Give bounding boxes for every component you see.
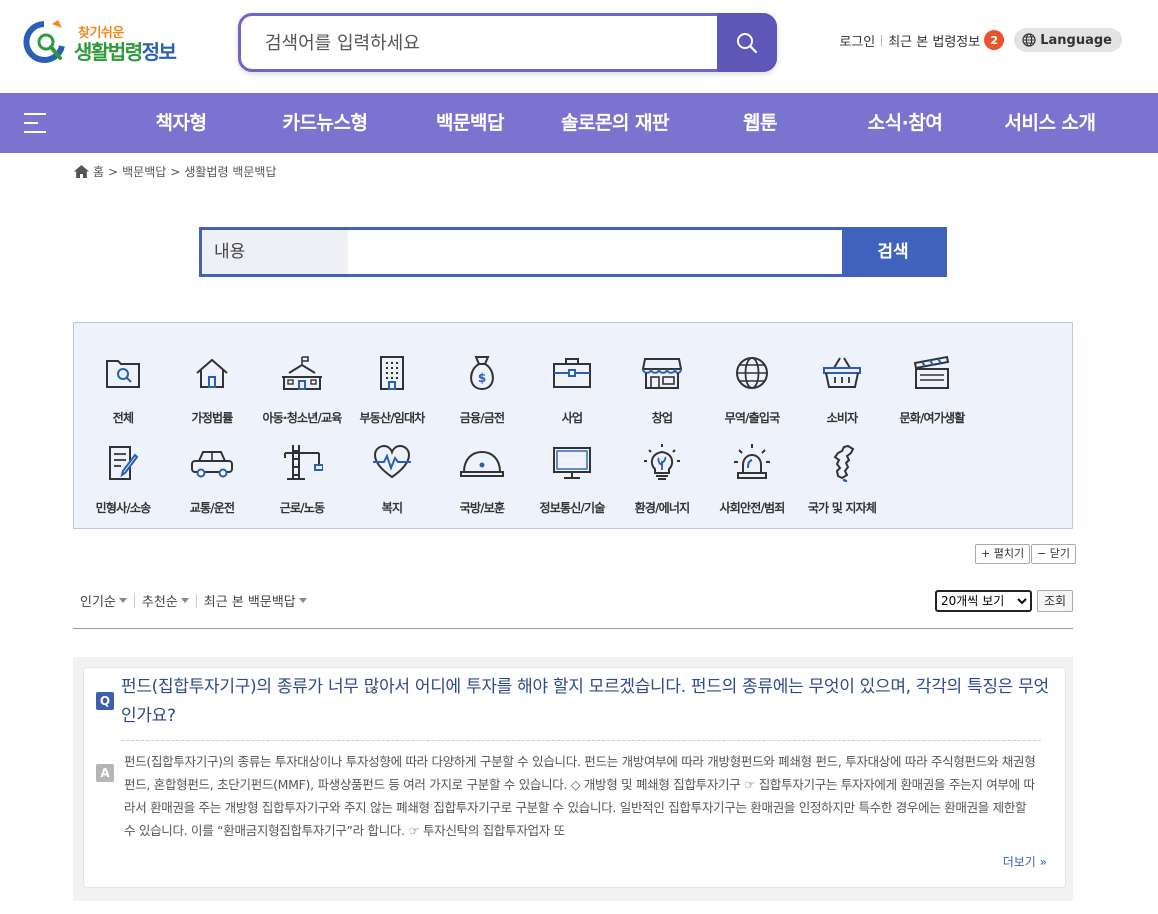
collapse-button[interactable]: − 닫기 bbox=[1031, 544, 1076, 564]
svg-text:$: $ bbox=[478, 371, 486, 385]
qa-item: Q 펀드(집합투자기구)의 종류가 너무 많아서 어디에 투자를 해야 할지 모… bbox=[83, 667, 1066, 888]
heart-pulse-icon bbox=[373, 444, 411, 479]
breadcrumb-home[interactable]: 홈 bbox=[93, 163, 104, 180]
lightbulb-icon bbox=[644, 444, 680, 480]
menu-icon[interactable] bbox=[24, 113, 46, 133]
main-nav: 책자형 카드뉴스형 백문백답 솔로몬의 재판 웹툰 소식·참여 서비스 소개 bbox=[0, 93, 1158, 153]
category-all[interactable]: 전체 bbox=[78, 353, 168, 433]
header: 찾기쉬운 생활법령정보 로그인 최근 본 법령정보 2 Language bbox=[0, 0, 1158, 93]
category-realestate[interactable]: 부동산/임대차 bbox=[347, 353, 437, 433]
recent-laws-link[interactable]: 최근 본 법령정보 bbox=[888, 31, 980, 50]
sort-recent-viewed[interactable]: 최근 본 백문백답 bbox=[204, 591, 307, 610]
category-culture[interactable]: 문화/여가생활 bbox=[887, 353, 977, 433]
globe-icon bbox=[1022, 33, 1036, 47]
helmet-icon bbox=[460, 450, 504, 477]
utility-links: 로그인 최근 본 법령정보 2 Language bbox=[839, 28, 1122, 52]
qa-divider bbox=[121, 740, 1041, 741]
nav-item-booklet[interactable]: 책자형 bbox=[156, 93, 207, 153]
category-traffic[interactable]: 교통/운전 bbox=[167, 443, 257, 523]
language-button[interactable]: Language bbox=[1014, 28, 1122, 52]
more-link[interactable]: 더보기 » bbox=[1003, 853, 1047, 870]
nav-item-webtoon[interactable]: 웹툰 bbox=[743, 93, 777, 153]
crane-icon bbox=[284, 445, 323, 480]
nav-item-news[interactable]: 소식·참여 bbox=[868, 93, 943, 153]
search-icon bbox=[737, 32, 758, 53]
view-button[interactable]: 조회 bbox=[1037, 590, 1073, 612]
sort-options: 인기순 추천순 최근 본 백문백답 bbox=[80, 591, 307, 610]
question-title[interactable]: 펀드(집합투자기구)의 종류가 너무 많아서 어디에 투자를 해야 할지 모르겠… bbox=[121, 673, 1051, 731]
question-badge: Q bbox=[96, 692, 114, 710]
nav-item-about[interactable]: 서비스 소개 bbox=[1004, 93, 1096, 153]
language-label: Language bbox=[1040, 32, 1112, 48]
category-business[interactable]: 사업 bbox=[527, 353, 617, 433]
site-logo[interactable]: 찾기쉬운 생활법령정보 bbox=[22, 18, 182, 64]
per-page-select[interactable]: 20개씩 보기 bbox=[935, 590, 1032, 612]
korea-map-icon bbox=[833, 444, 855, 483]
folder-search-icon bbox=[106, 360, 140, 388]
category-family[interactable]: 가정법률 bbox=[167, 353, 257, 433]
category-ict[interactable]: 정보통신/기술 bbox=[527, 443, 617, 523]
login-link[interactable]: 로그인 bbox=[839, 31, 875, 50]
category-environment[interactable]: 환경/에너지 bbox=[617, 443, 707, 523]
sort-recommended[interactable]: 추천순 bbox=[142, 591, 189, 610]
globe-icon bbox=[736, 357, 768, 389]
answer-badge: A bbox=[96, 764, 114, 782]
content-search-input[interactable] bbox=[348, 230, 842, 274]
divider-line bbox=[73, 628, 1073, 629]
siren-icon bbox=[734, 444, 770, 479]
recent-count-badge: 2 bbox=[984, 30, 1005, 50]
top-search-input[interactable] bbox=[265, 30, 705, 56]
logo-big-text: 생활법령정보 bbox=[74, 40, 177, 64]
category-welfare[interactable]: 복지 bbox=[347, 443, 437, 523]
nav-item-qa100[interactable]: 백문백답 bbox=[436, 93, 504, 153]
content-search-button[interactable]: 검색 bbox=[842, 230, 944, 274]
nav-item-cardnews[interactable]: 카드뉴스형 bbox=[283, 93, 368, 153]
top-search-box bbox=[238, 13, 777, 72]
briefcase-icon bbox=[553, 358, 591, 388]
nav-item-solomon[interactable]: 솔로몬의 재판 bbox=[561, 93, 670, 153]
building-icon bbox=[380, 356, 404, 390]
breadcrumb-sep: > bbox=[108, 164, 119, 179]
category-safety[interactable]: 사회안전/범죄 bbox=[707, 443, 797, 523]
category-government[interactable]: 국가 및 지자체 bbox=[797, 443, 887, 523]
clapperboard-icon bbox=[913, 355, 950, 389]
logo-mark-icon bbox=[23, 20, 65, 63]
money-bag-icon: $ bbox=[470, 356, 494, 391]
qa-list: Q 펀드(집합투자기구)의 종류가 너무 많아서 어디에 투자를 해야 할지 모… bbox=[73, 657, 1073, 901]
category-trade[interactable]: 무역/출입국 bbox=[707, 353, 797, 433]
category-grid: 전체 가정법률 아동·청소년/교육 부동산/임대차 $ 금융/금전 사업 창업 … bbox=[73, 322, 1073, 529]
answer-text: 펀드(집합투자기구)의 종류는 투자대상이나 투자성향에 따라 다양하게 구분할… bbox=[124, 754, 1036, 838]
breadcrumb: 홈 > 백문백답 > 생활법령 백문백답 bbox=[74, 163, 280, 180]
store-icon bbox=[641, 358, 683, 389]
breadcrumb-level1[interactable]: 백문백답 bbox=[122, 163, 166, 180]
category-labor[interactable]: 근로/노동 bbox=[257, 443, 347, 523]
expand-button[interactable]: + 펼치기 bbox=[975, 544, 1031, 564]
breadcrumb-sep: > bbox=[170, 164, 181, 179]
content-search-box: 내용 검색 bbox=[199, 227, 947, 277]
home-icon bbox=[74, 165, 89, 178]
category-startup[interactable]: 창업 bbox=[617, 353, 707, 433]
category-finance[interactable]: $ 금융/금전 bbox=[437, 353, 527, 433]
top-search-button[interactable] bbox=[717, 13, 777, 72]
category-consumer[interactable]: 소비자 bbox=[797, 353, 887, 433]
car-icon bbox=[191, 451, 233, 478]
search-type-label[interactable]: 내용 bbox=[202, 230, 348, 274]
basket-icon bbox=[823, 357, 861, 388]
category-defense[interactable]: 국방/보훈 bbox=[437, 443, 527, 523]
school-icon bbox=[282, 356, 322, 390]
category-civil-criminal[interactable]: 민형사/소송 bbox=[78, 443, 168, 523]
util-separator bbox=[881, 34, 883, 46]
sort-popular[interactable]: 인기순 bbox=[80, 591, 127, 610]
document-pen-icon bbox=[109, 446, 139, 480]
monitor-icon bbox=[553, 447, 591, 479]
category-youth-education[interactable]: 아동·청소년/교육 bbox=[257, 353, 347, 433]
house-icon bbox=[196, 358, 228, 388]
breadcrumb-level2[interactable]: 생활법령 백문백답 bbox=[184, 163, 276, 180]
